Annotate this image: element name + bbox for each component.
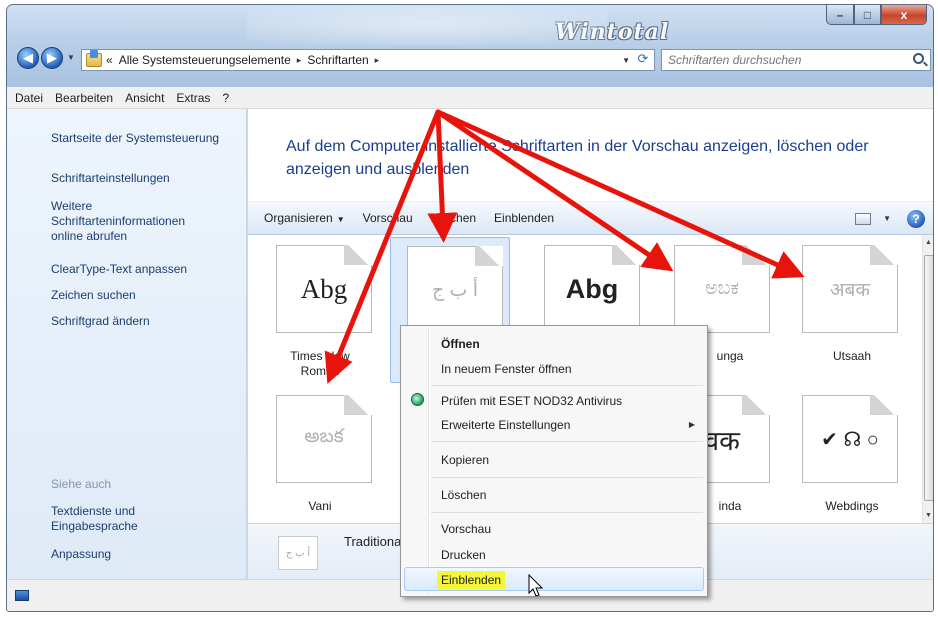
title-bar: Wintotal – □ x ◀ ▶ ▼ « Alle Systemsteuer… [7, 5, 933, 87]
font-sample: అబక [304, 426, 344, 447]
menu-help[interactable]: ? [222, 91, 229, 105]
sidebar-link-control-panel-home[interactable]: Startseite der Systemsteuerung [51, 131, 241, 146]
ctx-separator [431, 512, 703, 513]
address-dropdown-icon[interactable]: ▼ [622, 56, 630, 65]
ctx-show-label: Einblenden [437, 571, 506, 589]
font-name: Times New Roman [260, 349, 380, 379]
control-panel-folder-icon [86, 50, 102, 67]
ctx-preview[interactable]: Vorschau [441, 522, 491, 536]
maximize-button[interactable]: □ [854, 5, 881, 25]
scroll-down-icon[interactable]: ▼ [925, 512, 932, 519]
font-sample: वक [704, 425, 740, 456]
forward-button[interactable]: ▶ [41, 47, 63, 69]
ctx-open-new-window[interactable]: In neuem Fenster öffnen [441, 362, 572, 376]
organize-button[interactable]: Organisieren ▼ [264, 211, 345, 225]
font-tile-webdings[interactable]: ✔ ☊ ○ Webdings [786, 387, 906, 537]
show-button[interactable]: Einblenden [494, 211, 554, 225]
font-tile-utsaah[interactable]: अबक Utsaah [786, 237, 906, 387]
sidebar-link-personalization[interactable]: Anpassung [51, 547, 241, 562]
font-name: Webdings [825, 499, 879, 513]
search-icon[interactable] [913, 53, 924, 64]
search-box[interactable] [661, 49, 931, 71]
font-tile-times-new-roman[interactable]: Abg Times New Roman [260, 237, 380, 387]
font-tile-vani[interactable]: అబక Vani [260, 387, 380, 537]
change-view-icon[interactable] [855, 213, 871, 225]
scroll-thumb[interactable] [924, 255, 933, 501]
command-bar: Organisieren ▼ Vorschau Löschen Einblende… [248, 201, 933, 235]
menu-view[interactable]: Ansicht [125, 91, 164, 105]
page-fold [742, 395, 770, 415]
page-fold [870, 245, 898, 265]
ctx-print[interactable]: Drucken [441, 548, 486, 562]
font-sample: أ ب ج [432, 279, 478, 301]
ctx-show[interactable]: Einblenden [437, 571, 506, 589]
see-also-heading: Siehe auch [51, 477, 112, 491]
menu-bar: Datei Bearbeiten Ansicht Extras ? [7, 87, 933, 109]
ctx-scan-eset[interactable]: Prüfen mit ESET NOD32 Antivirus [441, 394, 622, 408]
mouse-cursor-icon [528, 574, 544, 597]
watermark-logo: Wintotal [555, 19, 670, 45]
font-name-line1: Times New [290, 349, 350, 363]
sidebar-link-find-character[interactable]: Zeichen suchen [51, 288, 241, 303]
breadcrumb-all-control-panel-items[interactable]: Alle Systemsteuerungselemente [119, 53, 291, 67]
scroll-up-icon[interactable]: ▲ [925, 239, 932, 246]
menu-file[interactable]: Datei [15, 91, 43, 105]
help-icon[interactable]: ? [907, 210, 925, 228]
ctx-separator [431, 385, 703, 386]
details-font-name: Traditional [344, 534, 405, 549]
breadcrumb-fonts[interactable]: Schriftarten [307, 53, 368, 67]
font-sample: Abg [300, 273, 348, 304]
ctx-delete[interactable]: Löschen [441, 488, 486, 502]
window-controls: – □ x [826, 5, 927, 25]
font-sample: अबक [830, 280, 870, 301]
submenu-arrow-icon: ▶ [688, 420, 695, 429]
font-sample: ✔ ☊ ○ [821, 428, 879, 451]
search-input[interactable] [668, 53, 898, 67]
address-bar[interactable]: « Alle Systemsteuerungselemente ▸ Schrif… [81, 49, 655, 71]
context-menu: Öffnen In neuem Fenster öffnen Prüfen mi… [400, 325, 708, 597]
ctx-copy[interactable]: Kopieren [441, 453, 489, 467]
font-name: Utsaah [832, 349, 872, 363]
ctx-open[interactable]: Öffnen [441, 337, 480, 351]
page-fold [344, 245, 372, 265]
page-fold [475, 246, 503, 266]
breadcrumb-separator-icon[interactable]: ▸ [297, 55, 302, 66]
font-name-line2: Roman [300, 364, 340, 378]
recent-pages-chevron-icon[interactable]: ▼ [67, 53, 75, 62]
font-name: Vani [308, 499, 332, 513]
delete-button[interactable]: Löschen [431, 211, 476, 225]
menu-edit[interactable]: Bearbeiten [55, 91, 113, 105]
refresh-icon[interactable]: ⟳ [634, 51, 652, 69]
details-font-thumbnail: أ ب ج [278, 536, 318, 570]
view-options-chevron-icon[interactable]: ▼ [883, 214, 891, 223]
minimize-button[interactable]: – [826, 5, 854, 25]
sidebar-link-more-font-info[interactable]: Weitere Schriftarteninformationen online… [51, 199, 201, 244]
close-button[interactable]: x [881, 5, 927, 25]
font-sample: Abg [565, 273, 619, 304]
back-button[interactable]: ◀ [17, 47, 39, 69]
chevron-down-icon: ▼ [336, 215, 345, 224]
sidebar-link-change-font-size[interactable]: Schriftgrad ändern [51, 314, 241, 329]
computer-icon [15, 590, 29, 601]
font-sample: ಅಬಕ [705, 278, 739, 299]
page-fold [612, 245, 640, 265]
organize-label: Organisieren [264, 211, 333, 225]
sidebar-link-font-settings[interactable]: Schriftarteinstellungen [51, 171, 241, 186]
vertical-scrollbar[interactable]: ▲ ▼ [922, 235, 933, 523]
nod32-icon [411, 393, 424, 406]
ctx-separator [431, 441, 703, 442]
page-fold [742, 245, 770, 265]
page-fold [344, 395, 372, 415]
menu-tools[interactable]: Extras [176, 91, 210, 105]
page-fold [870, 395, 898, 415]
ctx-advanced-settings[interactable]: Erweiterte Einstellungen [441, 418, 570, 432]
breadcrumb-separator-icon[interactable]: ▸ [375, 55, 380, 66]
preview-button[interactable]: Vorschau [363, 211, 413, 225]
page-title: Auf dem Computer installierte Schriftart… [286, 138, 869, 178]
sidebar-link-text-services[interactable]: Textdienste und Eingabesprache [51, 504, 181, 534]
sidebar-link-cleartype[interactable]: ClearType-Text anpassen [51, 262, 241, 277]
ctx-separator [431, 477, 703, 478]
breadcrumb-overflow[interactable]: « [106, 53, 113, 67]
task-pane: Startseite der Systemsteuerung Schriftar… [7, 109, 247, 579]
